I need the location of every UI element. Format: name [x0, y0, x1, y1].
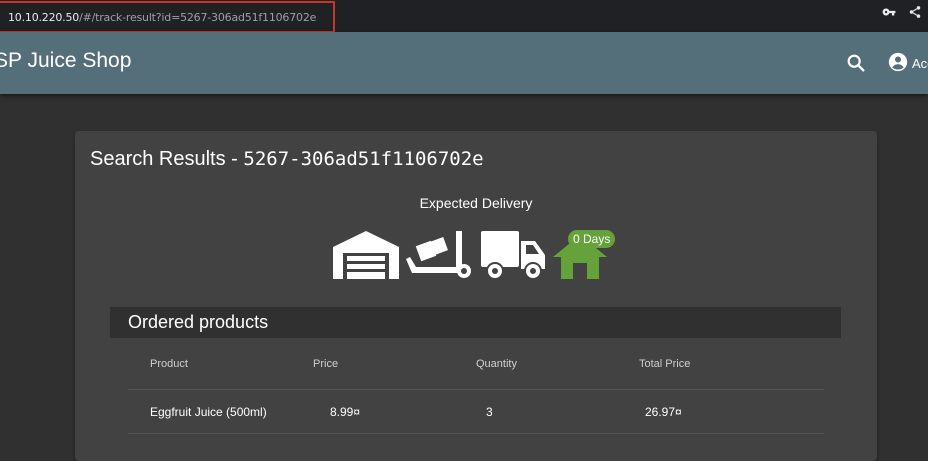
column-header-product: Product	[150, 358, 188, 370]
column-header-total-price: Total Price	[639, 358, 691, 370]
warehouse-icon	[333, 231, 399, 279]
ordered-products-heading: Ordered products	[110, 307, 841, 338]
cell-product: Eggfruit Juice (500ml)	[150, 405, 267, 419]
page-title: Search Results - 5267-306ad51f1106702e	[90, 148, 484, 171]
cell-price: 8.99¤	[330, 405, 361, 419]
table-divider	[128, 433, 824, 434]
url-path: /#/track-result?id=5267-306ad51f1106702e	[79, 10, 317, 24]
delivery-days-badge: 0 Days	[568, 230, 616, 248]
share-icon[interactable]	[908, 5, 922, 19]
account-label: Acc	[912, 55, 928, 71]
table-divider	[128, 389, 824, 390]
url-bar[interactable]: 10.10.220.50/#/track-result?id=5267-306a…	[0, 1, 335, 33]
column-header-price: Price	[313, 358, 339, 370]
dolly-icon	[406, 231, 471, 278]
browser-address-bar: 10.10.220.50/#/track-result?id=5267-306a…	[0, 0, 928, 33]
search-icon[interactable]	[845, 52, 867, 74]
title-prefix: Search Results -	[90, 148, 244, 170]
truck-icon	[481, 231, 545, 279]
url-host: 10.10.220.50	[8, 10, 80, 24]
order-id: 5267-306ad51f1106702e	[243, 148, 484, 170]
app-toolbar: SP Juice Shop Acc	[0, 32, 928, 94]
cell-total-price: 26.97¤	[645, 405, 682, 419]
key-icon[interactable]	[882, 5, 896, 19]
account-circle-icon	[888, 52, 908, 75]
account-button[interactable]: Acc	[888, 50, 928, 76]
column-header-quantity: Quantity	[476, 358, 517, 370]
track-result-card: Search Results - 5267-306ad51f1106702e E…	[75, 131, 877, 461]
expected-delivery-label: Expected Delivery	[419, 195, 533, 211]
app-title[interactable]: SP Juice Shop	[0, 49, 131, 73]
cell-quantity: 3	[486, 405, 493, 419]
